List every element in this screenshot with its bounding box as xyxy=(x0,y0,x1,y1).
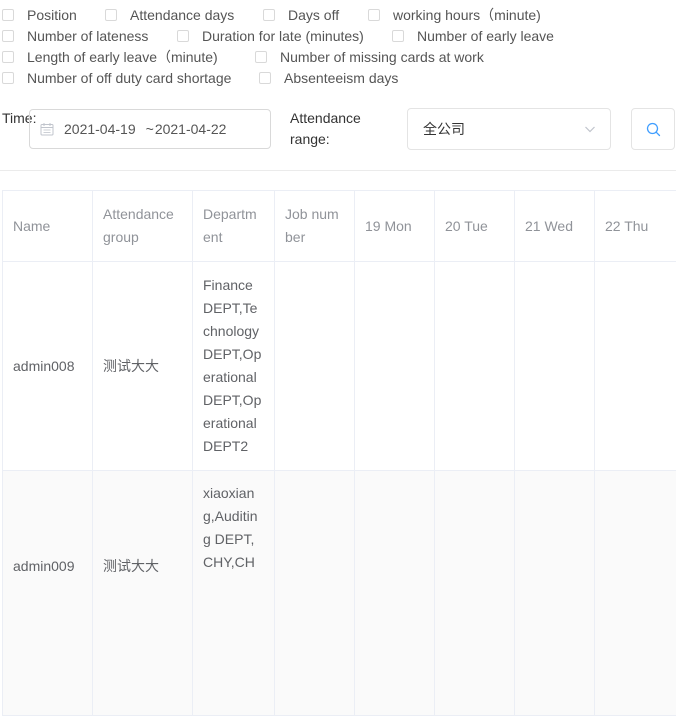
checkbox-box[interactable] xyxy=(255,51,267,63)
column-header-day[interactable]: 20 Tue xyxy=(435,191,515,262)
attendance-table: Name Attendance group Department Job num… xyxy=(2,190,676,716)
column-header-attendance-group[interactable]: Attendance group xyxy=(93,191,193,262)
cell-day xyxy=(435,471,515,716)
column-header-job-number[interactable]: Job number xyxy=(275,191,355,262)
cell-day xyxy=(515,471,595,716)
column-header-day[interactable]: 19 Mon xyxy=(355,191,435,262)
checkbox-label: Absenteeism days xyxy=(284,68,398,88)
column-header-day[interactable]: 22 Thu xyxy=(595,191,676,262)
checkbox-box[interactable] xyxy=(177,30,189,42)
chevron-down-icon xyxy=(584,124,596,134)
search-button[interactable] xyxy=(631,108,675,150)
checkbox-label: working hours（minute) xyxy=(393,5,541,25)
checkbox-label: Duration for late (minutes) xyxy=(202,26,364,46)
cell-department: Finance DEPT,Technology DEPT,Operational… xyxy=(193,262,275,471)
cell-day xyxy=(355,471,435,716)
cell-attendance-group: 测试大大 xyxy=(93,262,193,471)
cell-name: admin008 xyxy=(3,262,93,471)
cell-department: xiaoxiang,Auditing DEPT,CHY,CH xyxy=(193,471,275,716)
checkbox-position[interactable]: Position xyxy=(2,5,77,25)
date-range-picker[interactable]: 2021-04-19 ~ 2021-04-22 xyxy=(29,109,271,149)
checkbox-box[interactable] xyxy=(392,30,404,42)
date-start-value[interactable]: 2021-04-19 xyxy=(64,121,136,137)
search-icon xyxy=(646,122,661,137)
column-header-department[interactable]: Department xyxy=(193,191,275,262)
cell-attendance-group: 测试大大 xyxy=(93,471,193,716)
checkbox-label: Length of early leave（minute) xyxy=(27,47,218,67)
date-separator: ~ xyxy=(146,121,154,137)
cell-day xyxy=(515,262,595,471)
checkbox-number-early-leave[interactable]: Number of early leave xyxy=(392,26,554,46)
checkbox-label: Number of off duty card shortage xyxy=(27,68,231,88)
cell-day xyxy=(595,262,676,471)
checkbox-box[interactable] xyxy=(2,72,14,84)
cell-job-number xyxy=(275,262,355,471)
checkbox-box[interactable] xyxy=(263,9,275,21)
filter-bar: Time: 2021-04-19 ~ 2021-04-22 Attendance… xyxy=(0,108,676,150)
checkbox-number-of-lateness[interactable]: Number of lateness xyxy=(2,26,148,46)
checkbox-duration-late[interactable]: Duration for late (minutes) xyxy=(177,26,364,46)
column-header-name[interactable]: Name xyxy=(3,191,93,262)
checkbox-absenteeism-days[interactable]: Absenteeism days xyxy=(259,68,398,88)
checkbox-label: Attendance days xyxy=(130,5,234,25)
checkbox-box[interactable] xyxy=(368,9,380,21)
calendar-icon xyxy=(40,122,54,136)
date-end-value[interactable]: 2021-04-22 xyxy=(155,121,227,137)
attendance-range-label: Attendance range: xyxy=(290,108,390,150)
checkbox-length-early-leave[interactable]: Length of early leave（minute) xyxy=(2,47,218,67)
cell-job-number xyxy=(275,471,355,716)
attendance-range-select[interactable]: 全公司 xyxy=(407,108,611,150)
checkbox-label: Number of lateness xyxy=(27,26,148,46)
cell-name: admin009 xyxy=(3,471,93,716)
table-row[interactable]: admin009 测试大大 xiaoxiang,Auditing DEPT,CH… xyxy=(3,471,676,716)
cell-day xyxy=(595,471,676,716)
attendance-range-value: 全公司 xyxy=(423,119,465,139)
checkbox-attendance-days[interactable]: Attendance days xyxy=(105,5,234,25)
checkbox-label: Number of missing cards at work xyxy=(280,47,484,67)
table-header-row: Name Attendance group Department Job num… xyxy=(3,191,676,262)
checkbox-box[interactable] xyxy=(2,51,14,63)
time-label: Time: xyxy=(2,108,28,129)
checkbox-label: Number of early leave xyxy=(417,26,554,46)
checkbox-days-off[interactable]: Days off xyxy=(263,5,339,25)
cell-day xyxy=(435,262,515,471)
checkbox-missing-cards-at-work[interactable]: Number of missing cards at work xyxy=(255,47,484,67)
checkbox-label: Days off xyxy=(288,5,339,25)
table-row[interactable]: admin008 测试大大 Finance DEPT,Technology DE… xyxy=(3,262,676,471)
checkbox-box[interactable] xyxy=(259,72,271,84)
checkbox-label: Position xyxy=(27,5,77,25)
checkbox-box[interactable] xyxy=(105,9,117,21)
checkbox-off-duty-card-shortage[interactable]: Number of off duty card shortage xyxy=(2,68,231,88)
checkbox-box[interactable] xyxy=(2,9,14,21)
cell-day xyxy=(355,262,435,471)
divider xyxy=(0,170,676,171)
checkbox-working-hours[interactable]: working hours（minute) xyxy=(368,5,541,25)
checkbox-box[interactable] xyxy=(2,30,14,42)
column-header-day[interactable]: 21 Wed xyxy=(515,191,595,262)
